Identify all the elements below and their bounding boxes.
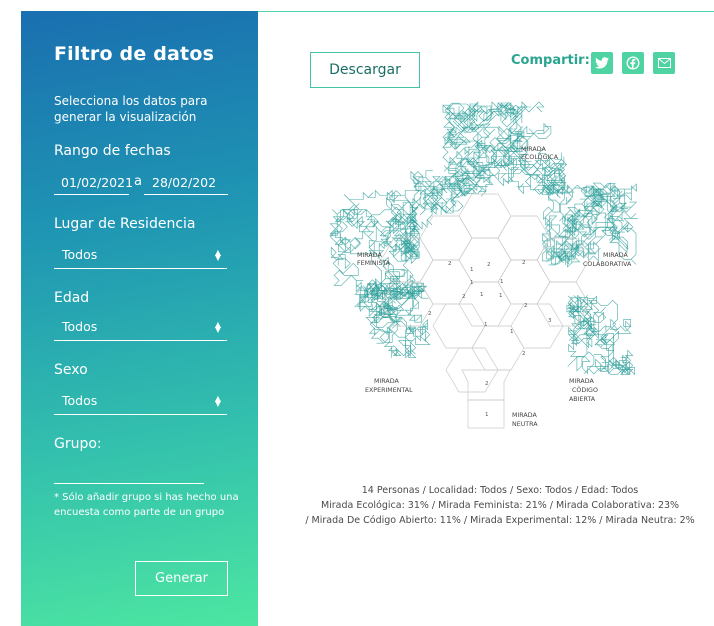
hex-count: 2 — [485, 381, 489, 387]
twitter-share-button[interactable] — [591, 52, 613, 74]
email-icon — [657, 58, 671, 68]
hex-count: 2 — [487, 262, 491, 268]
group-note: * Sólo añadir grupo si has hecho una enc… — [54, 492, 239, 518]
facebook-share-button[interactable] — [622, 52, 644, 74]
hex-count: 1 — [510, 329, 514, 335]
date-to-input[interactable]: 28/02/202 — [144, 175, 228, 195]
hex-count: 1 — [480, 292, 484, 298]
hex-count: 1 — [500, 279, 504, 285]
label-ecologica: MIRADA — [521, 146, 546, 153]
date-separator: a — [134, 174, 142, 189]
select-caret-icon: ▲ ▼ — [214, 394, 221, 408]
residence-value: Todos — [62, 247, 98, 262]
sex-value: Todos — [62, 393, 98, 408]
survey-visualization: 2 1 2 2 1 1 2 1 1 2 2 1 3 1 2 2 1 MIRADA… — [329, 101, 638, 429]
label-colaborativa: COLABORATIVA — [583, 261, 632, 268]
residence-label: Lugar de Residencia — [54, 216, 196, 232]
label-experimental: MIRADA — [374, 378, 399, 385]
hex-count: 2 — [524, 303, 528, 309]
date-from-input[interactable]: 01/02/2021 — [54, 175, 133, 195]
twitter-icon — [595, 57, 609, 69]
hex-count: 1 — [470, 280, 474, 286]
label-ecologica: ECOLÓGICA — [521, 152, 559, 161]
sex-select[interactable]: Todos ▲ ▼ — [54, 389, 227, 415]
hex-count: 3 — [548, 318, 552, 324]
select-caret-icon: ▲ ▼ — [214, 320, 221, 334]
hex-count: 1 — [485, 412, 489, 418]
group-input[interactable] — [54, 483, 204, 484]
age-select[interactable]: Todos ▲ ▼ — [54, 315, 227, 341]
filter-panel: Filtro de datos Selecciona los datos par… — [21, 11, 258, 626]
results-summary: 14 Personas / Localidad: Todos / Sexo: T… — [300, 483, 700, 528]
email-share-button[interactable] — [653, 52, 675, 74]
age-label: Edad — [54, 290, 90, 306]
label-codigo: ABIERTA — [569, 396, 596, 403]
label-codigo: CÓDIGO — [572, 385, 598, 394]
hex-count: 2 — [462, 294, 466, 300]
hex-count: 2 — [522, 351, 526, 357]
filter-intro: Selecciona los datos para generar la vis… — [54, 94, 208, 124]
summary-line: / Mirada De Código Abierto: 11% / Mirada… — [305, 515, 695, 526]
hex-count: 2 — [522, 260, 526, 266]
hexagon-counts: 2 1 2 2 1 1 2 1 1 2 2 1 3 1 2 2 1 — [428, 260, 552, 418]
label-feminista: FEMINISTA — [357, 260, 391, 267]
select-caret-icon: ▲ ▼ — [214, 248, 221, 262]
generate-button[interactable]: Generar — [135, 561, 228, 596]
residence-select[interactable]: Todos ▲ ▼ — [54, 243, 227, 269]
label-colaborativa: MIRADA — [603, 252, 628, 259]
label-experimental: EXPERIMENTAL — [365, 387, 413, 394]
hex-count: 1 — [484, 322, 488, 328]
label-neutra: MIRADA — [512, 412, 537, 419]
date-range-label: Rango de fechas — [54, 143, 171, 159]
age-value: Todos — [62, 319, 98, 334]
summary-line: 14 Personas / Localidad: Todos / Sexo: T… — [361, 485, 639, 496]
label-feminista: MIRADA — [357, 252, 382, 259]
download-button[interactable]: Descargar — [310, 52, 420, 88]
hex-count: 2 — [448, 261, 452, 267]
hex-count: 1 — [470, 267, 474, 273]
group-label: Grupo: — [54, 436, 102, 452]
top-divider — [258, 11, 714, 12]
hex-count: 1 — [499, 293, 503, 299]
facebook-icon — [626, 56, 640, 70]
sex-label: Sexo — [54, 362, 88, 378]
filter-title: Filtro de datos — [54, 43, 215, 65]
share-label: Compartir: — [511, 53, 590, 68]
label-neutra: NEUTRA — [512, 421, 538, 428]
hex-count: 2 — [428, 311, 432, 317]
summary-line: Mirada Ecológica: 31% / Mirada Feminista… — [320, 500, 680, 511]
label-codigo: MIRADA — [569, 378, 594, 385]
